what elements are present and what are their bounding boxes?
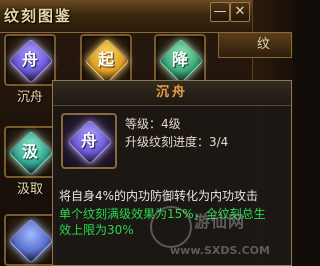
rune-slot-chenzhou[interactable]: 舟 [4, 34, 56, 86]
tooltip-rune-icon: 舟 [61, 113, 117, 169]
close-button[interactable]: ✕ [230, 2, 250, 22]
tooltip-progress: 升级纹刻进度：3/4 [125, 135, 229, 149]
window-title: 纹刻图鉴 [4, 7, 73, 25]
rune-glyph: 汲 [21, 142, 38, 161]
side-tab[interactable]: 纹 [218, 32, 292, 58]
tooltip-level: 等级：4级 [125, 117, 181, 131]
tooltip-description: 将自身4%的内功防御转化为内功攻击 [59, 189, 259, 203]
rune-glyph: 起 [97, 50, 114, 69]
minimize-button[interactable]: — [210, 2, 230, 22]
rune-glyph: 降 [171, 50, 188, 69]
rune-slot-jiang[interactable]: 降 [154, 34, 206, 86]
rune-glyph [6, 216, 54, 264]
rune-tooltip: 沉舟 舟 等级：4级 升级纹刻进度：3/4 将自身4%的内功防御转化为内功攻击 … [52, 80, 292, 266]
rune-label-jiqu: 汲取 [16, 182, 43, 197]
tooltip-title: 沉舟 [155, 85, 188, 100]
rune-glyph: 舟 [80, 131, 97, 150]
rune-glyph: 舟 [21, 50, 38, 69]
tooltip-bonus-line-2: 效上限为30% [59, 223, 134, 237]
rune-slot-qi[interactable]: 起 [80, 34, 132, 86]
rune-label-chenzhou: 沉舟 [16, 90, 43, 105]
tooltip-bonus-line-1: 单个纹刻满级效果为15%，全纹刻总生 [59, 207, 266, 221]
rune-slot-bottom[interactable] [4, 214, 56, 266]
rune-slot-jiqu[interactable]: 汲 [4, 126, 56, 178]
tooltip-title-bar: 沉舟 [53, 81, 291, 106]
